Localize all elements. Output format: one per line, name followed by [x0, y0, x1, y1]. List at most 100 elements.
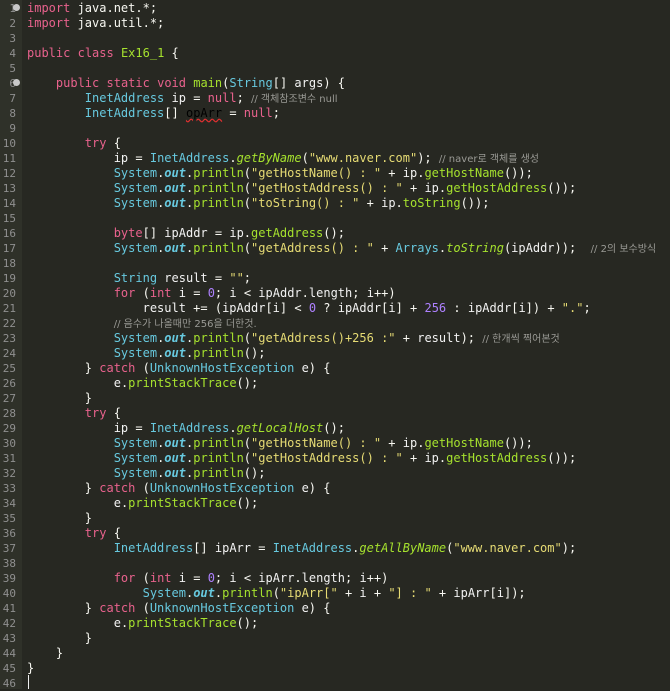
code-token: void: [157, 76, 186, 90]
line-number: 17: [2, 242, 16, 255]
code-token: System: [113, 181, 158, 195]
code-token: );: [561, 541, 577, 555]
code-token: }: [27, 511, 93, 525]
code-token: .: [395, 196, 403, 210]
code-token: InetAddress: [149, 151, 230, 165]
line-number: 44: [2, 647, 16, 660]
code-token: []: [272, 76, 295, 90]
code-token: out: [164, 166, 186, 180]
code-token: ();: [323, 421, 345, 435]
code-text: byte[] ipAddr = ip.getAddress();: [27, 226, 345, 241]
code-token: "getHostAddress() : ": [251, 181, 403, 195]
code-token: (: [135, 601, 150, 615]
code-token: ip: [424, 181, 439, 195]
line-number: 9: [9, 122, 16, 135]
code-token: static: [106, 76, 150, 90]
code-token: }: [27, 661, 35, 675]
code-token: ipAddr: [511, 241, 555, 255]
code-token: "www.naver.com": [308, 151, 418, 165]
line-number: 15: [2, 212, 16, 225]
line-number: 3: [9, 32, 16, 45]
code-token: (: [243, 181, 252, 195]
code-token: {: [106, 136, 121, 150]
code-token: ipAddr: [164, 226, 208, 240]
code-token: System: [113, 436, 158, 450]
code-token: ) {: [323, 76, 346, 90]
code-text: InetAddress ip = null; // 객체참조변수 null: [27, 91, 338, 107]
code-token: =: [186, 286, 208, 300]
code-token: =: [222, 106, 244, 120]
code-token: []: [142, 226, 165, 240]
code-token: println: [193, 196, 244, 210]
code-token: ipArr: [453, 586, 490, 600]
line-number: 36: [2, 527, 16, 540]
line-number: 27: [2, 392, 16, 405]
line-number: 20: [2, 287, 16, 300]
code-token: );: [417, 151, 439, 165]
line-number: 32: [2, 467, 16, 480]
code-token: =: [251, 541, 273, 555]
code-token: ();: [243, 346, 266, 360]
code-token: e: [113, 616, 121, 630]
code-token: "": [229, 271, 244, 285]
code-text: String result = "";: [27, 271, 251, 286]
code-token: out: [164, 181, 186, 195]
code-token: +: [402, 451, 425, 465]
code-token: "getHostName() : ": [251, 166, 382, 180]
code-text: System.out.println("getAddress()+256 :" …: [27, 331, 560, 347]
fold-toggle-icon[interactable]: [13, 79, 20, 86]
code-token: (: [243, 166, 252, 180]
code-token: += (: [185, 301, 223, 315]
code-token: i: [229, 286, 237, 300]
code-token: ();: [236, 616, 259, 630]
code-token: [: [489, 586, 497, 600]
line-number: 42: [2, 617, 16, 630]
code-token: .: [243, 226, 252, 240]
line-number: 24: [2, 347, 16, 360]
code-token: +: [366, 586, 389, 600]
code-token: ipArr: [258, 571, 295, 585]
code-token: i: [359, 586, 367, 600]
code-text: }: [27, 391, 92, 406]
code-token: "getHostAddress() : ": [251, 451, 403, 465]
code-token: ipAddr: [258, 286, 302, 300]
code-token: InetAddress: [149, 421, 230, 435]
code-token: UnknownHostException: [149, 361, 295, 375]
code-text: e.printStackTrace();: [27, 376, 259, 391]
code-editor[interactable]: 1import java.net.*;2import java.util.*;3…: [0, 0, 670, 690]
line-number: 28: [2, 407, 16, 420]
code-token: // 2의 보수방식: [590, 244, 657, 255]
code-token: Ex16_1: [120, 46, 165, 60]
code-token: getHostName: [424, 166, 504, 180]
code-token: i: [178, 286, 186, 300]
code-token: for: [113, 286, 136, 300]
code-token: ());: [547, 181, 577, 195]
code-text: System.out.println("ipArr[" + i + "] : "…: [27, 586, 526, 601]
code-token: int: [149, 286, 172, 300]
code-token: InetAddress: [84, 91, 165, 105]
code-token: .: [229, 421, 237, 435]
code-token: e: [301, 361, 309, 375]
code-text: // 음수가 나올때만 256을 더한것.: [27, 316, 257, 332]
code-token: "www.naver.com": [453, 541, 562, 555]
code-token: import: [27, 16, 71, 30]
code-text: result += (ipAddr[i] < 0 ? ipAddr[i] + 2…: [27, 301, 591, 316]
code-token: opArr: [185, 106, 223, 120]
code-text: for (int i = 0; i < ipArr.length; i++): [27, 571, 389, 586]
code-token: ++): [373, 286, 396, 300]
fold-toggle-icon[interactable]: [13, 4, 20, 11]
code-token: ());: [547, 451, 577, 465]
line-number: 29: [2, 422, 16, 435]
code-token: ip: [113, 421, 129, 435]
